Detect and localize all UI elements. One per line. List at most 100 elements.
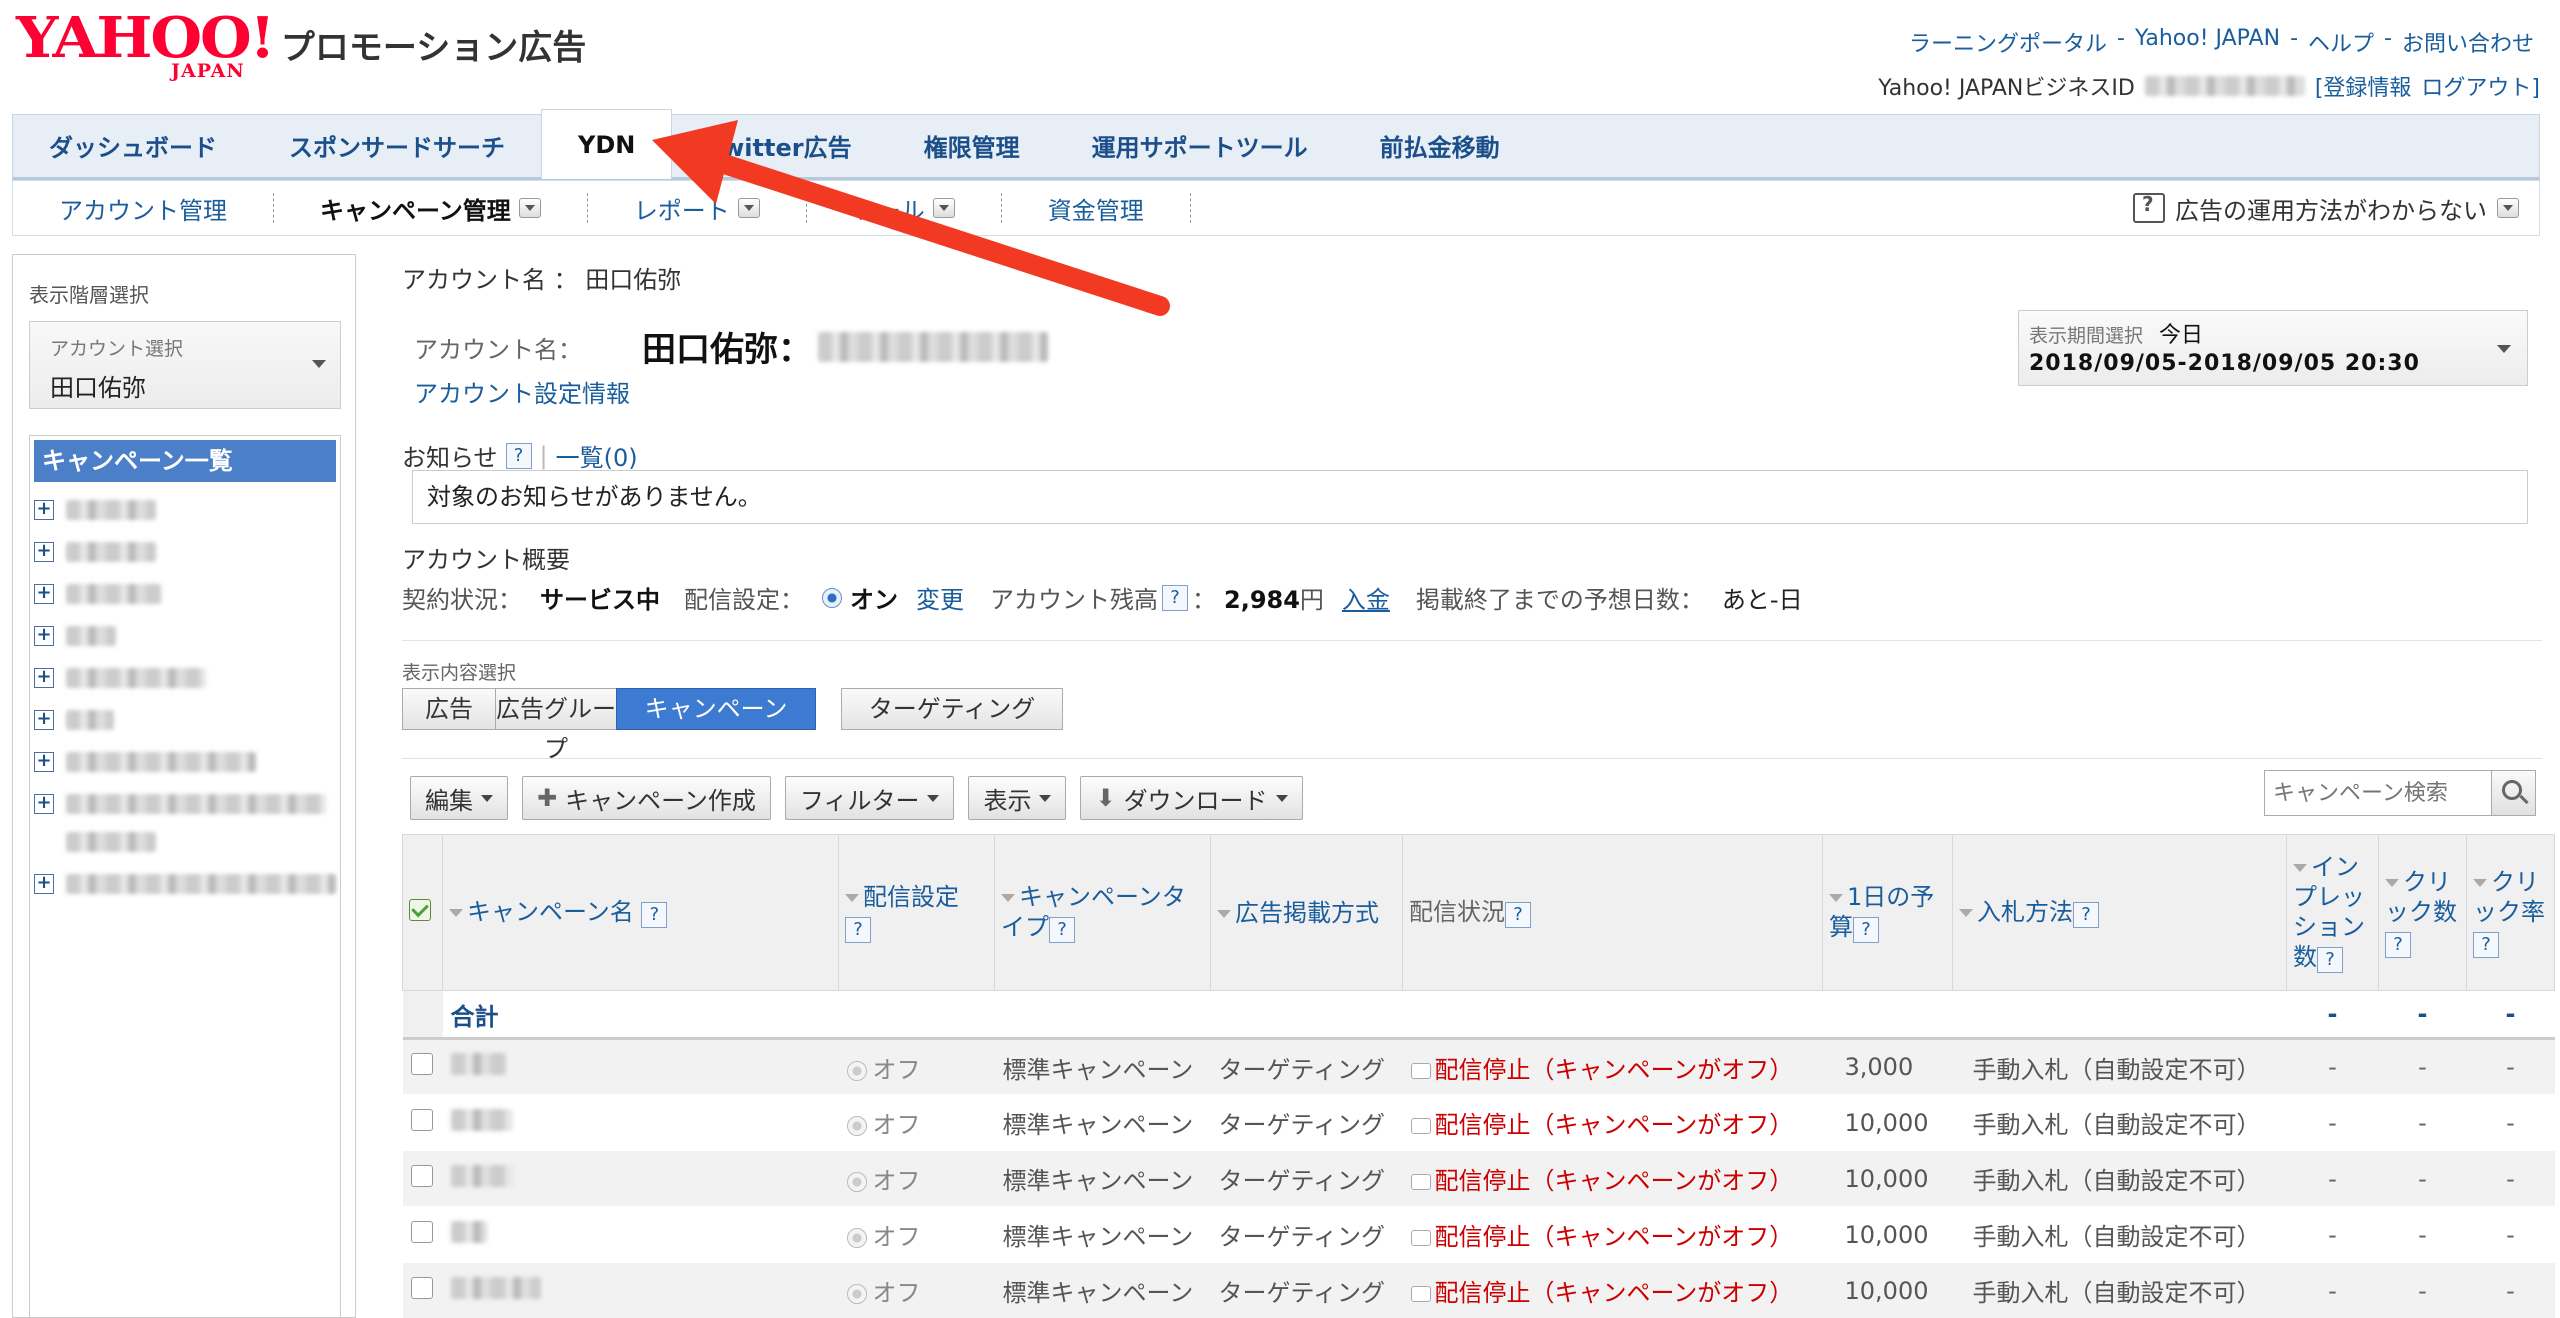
tree-item[interactable]: + — [30, 702, 340, 744]
campaign-name-cell[interactable] — [442, 1094, 839, 1151]
expand-icon[interactable]: + — [34, 542, 54, 562]
notice-list-link[interactable]: 一覧(0) — [556, 438, 638, 473]
yahoo-logo[interactable]: YAHOO! JAPAN プロモーション広告 — [16, 10, 586, 82]
off-radio[interactable] — [846, 1284, 867, 1304]
account-info-link[interactable]: [登録情報 — [2315, 70, 2412, 102]
select-all-checkbox[interactable] — [409, 898, 431, 921]
help-icon[interactable]: ? — [1853, 917, 1879, 943]
tree-item[interactable]: + — [30, 576, 340, 618]
row-checkbox[interactable] — [410, 1164, 433, 1187]
yahoo-japan-link[interactable]: Yahoo! JAPAN — [2135, 26, 2280, 58]
expand-icon[interactable]: + — [34, 874, 54, 894]
edit-button[interactable]: 編集 — [410, 776, 508, 820]
help-icon[interactable]: ? — [505, 442, 532, 469]
off-radio[interactable] — [846, 1172, 867, 1192]
expand-icon[interactable]: + — [34, 710, 54, 730]
tree-item[interactable]: + — [30, 660, 340, 702]
expand-icon[interactable]: + — [34, 626, 54, 646]
help-icon[interactable]: ? — [2473, 932, 2499, 958]
row-checkbox[interactable] — [410, 1053, 433, 1075]
segment-ads[interactable]: 広告 — [402, 688, 496, 730]
segment-targeting[interactable]: ターゲティング — [841, 688, 1063, 730]
expand-icon[interactable]: + — [34, 500, 54, 520]
subnav-account-management[interactable]: アカウント管理 — [13, 193, 274, 225]
operation-help-menu[interactable]: 広告の運用方法がわからない — [2133, 191, 2519, 226]
subnav-campaign-management[interactable]: キャンペーン管理 — [274, 193, 588, 225]
header-ctr[interactable]: クリック率? — [2466, 834, 2555, 991]
comment-icon[interactable] — [1410, 1118, 1431, 1134]
expand-icon[interactable]: + — [34, 584, 54, 604]
tab-ydn[interactable]: YDN — [541, 109, 673, 179]
segment-campaigns[interactable]: キャンペーン — [616, 688, 816, 730]
tree-item[interactable]: + — [30, 786, 340, 866]
tab-sponsored-search[interactable]: スポンサードサーチ — [253, 115, 541, 177]
delivery-on-radio[interactable] — [822, 587, 842, 608]
help-link[interactable]: ヘルプ — [2308, 26, 2374, 58]
learning-portal-link[interactable]: ラーニングポータル — [1909, 26, 2107, 58]
help-icon[interactable]: ? — [1505, 902, 1531, 928]
dropdown-icon[interactable] — [737, 198, 760, 218]
help-icon[interactable]: ? — [845, 917, 871, 943]
dropdown-icon[interactable] — [518, 198, 541, 218]
deposit-link[interactable]: 入金 — [1342, 580, 1390, 615]
tree-item[interactable]: + — [30, 618, 340, 660]
search-icon[interactable] — [2492, 770, 2536, 816]
account-select[interactable]: アカウント選択 田口佑弥 — [29, 321, 341, 409]
off-radio[interactable] — [846, 1228, 867, 1248]
header-clicks[interactable]: クリック数? — [2378, 834, 2467, 991]
tree-item[interactable]: + — [30, 534, 340, 576]
campaign-name-cell[interactable] — [442, 1038, 839, 1095]
row-checkbox[interactable] — [410, 1108, 433, 1131]
table-row[interactable]: オフ 標準キャンペーン ターゲティング 配信停止（キャンペーンがオフ） 3,000 手動入… — [402, 1038, 2555, 1095]
help-icon[interactable]: ? — [2317, 947, 2343, 973]
display-button[interactable]: 表示 — [968, 776, 1067, 820]
table-row[interactable]: オフ 標準キャンペーン ターゲティング 配信停止（キャンペーンがオフ） 10,000 手動… — [402, 1094, 2555, 1151]
tree-item[interactable]: + — [30, 492, 340, 534]
campaign-name-cell[interactable] — [442, 1150, 839, 1207]
filter-button[interactable]: フィルター — [784, 776, 955, 820]
download-button[interactable]: ⬇ ダウンロード — [1080, 776, 1303, 820]
dropdown-icon[interactable] — [2497, 198, 2519, 218]
subnav-tools[interactable]: ツール — [807, 193, 1002, 225]
help-icon[interactable]: ? — [1049, 917, 1075, 943]
expand-icon[interactable]: + — [34, 668, 54, 688]
help-icon[interactable]: ? — [641, 902, 668, 928]
tab-support-tools[interactable]: 運用サポートツール — [1056, 115, 1344, 177]
header-bid-method[interactable]: 入札方法? — [1952, 834, 2287, 991]
off-radio[interactable] — [846, 1116, 867, 1136]
segment-ad-groups[interactable]: 広告グループ — [495, 688, 617, 763]
expand-icon[interactable]: + — [34, 752, 54, 772]
comment-icon[interactable] — [1410, 1286, 1431, 1302]
comment-icon[interactable] — [1410, 1174, 1431, 1190]
contact-link[interactable]: お問い合わせ — [2402, 26, 2534, 58]
tab-twitter-ads[interactable]: Twitter広告 — [672, 115, 887, 177]
header-delivery-setting[interactable]: 配信設定? — [838, 834, 995, 991]
tab-permissions[interactable]: 権限管理 — [888, 115, 1056, 177]
header-ad-method[interactable]: 広告掲載方式 — [1210, 834, 1403, 991]
row-checkbox[interactable] — [410, 1220, 433, 1243]
comment-icon[interactable] — [1410, 1062, 1431, 1079]
off-radio[interactable] — [846, 1060, 867, 1081]
campaign-name-cell[interactable] — [442, 1262, 839, 1318]
header-impressions[interactable]: インプレッション数? — [2286, 834, 2379, 991]
row-checkbox[interactable] — [410, 1276, 433, 1299]
header-campaign-name[interactable]: キャンペーン名 ? — [442, 834, 839, 991]
subnav-fund-management[interactable]: 資金管理 — [1002, 193, 1191, 225]
help-icon[interactable]: ? — [1162, 584, 1188, 611]
header-daily-budget[interactable]: 1日の予算? — [1822, 834, 1953, 991]
header-campaign-type[interactable]: キャンペーンタイプ? — [994, 834, 1211, 991]
help-icon[interactable]: ? — [2073, 902, 2099, 928]
tab-prepayment-transfer[interactable]: 前払金移動 — [1344, 115, 1536, 177]
comment-icon[interactable] — [1410, 1230, 1431, 1246]
campaign-name-cell[interactable] — [442, 1206, 839, 1263]
change-link[interactable]: 変更 — [916, 580, 964, 615]
help-icon[interactable]: ? — [2385, 932, 2411, 958]
campaign-search-input[interactable] — [2264, 770, 2492, 816]
table-row[interactable]: オフ 標準キャンペーン ターゲティング 配信停止（キャンペーンがオフ） 10,000 手動… — [402, 1262, 2555, 1318]
table-row[interactable]: オフ 標準キャンペーン ターゲティング 配信停止（キャンペーンがオフ） 10,000 手動… — [402, 1150, 2555, 1207]
tree-item[interactable]: + — [30, 866, 340, 908]
tree-item[interactable]: + — [30, 744, 340, 786]
tab-dashboard[interactable]: ダッシュボード — [13, 115, 253, 177]
period-select[interactable]: 表示期間選択 今日 2018/09/05-2018/09/05 20:30 — [2018, 310, 2528, 386]
create-campaign-button[interactable]: ✚ キャンペーン作成 — [522, 776, 771, 820]
